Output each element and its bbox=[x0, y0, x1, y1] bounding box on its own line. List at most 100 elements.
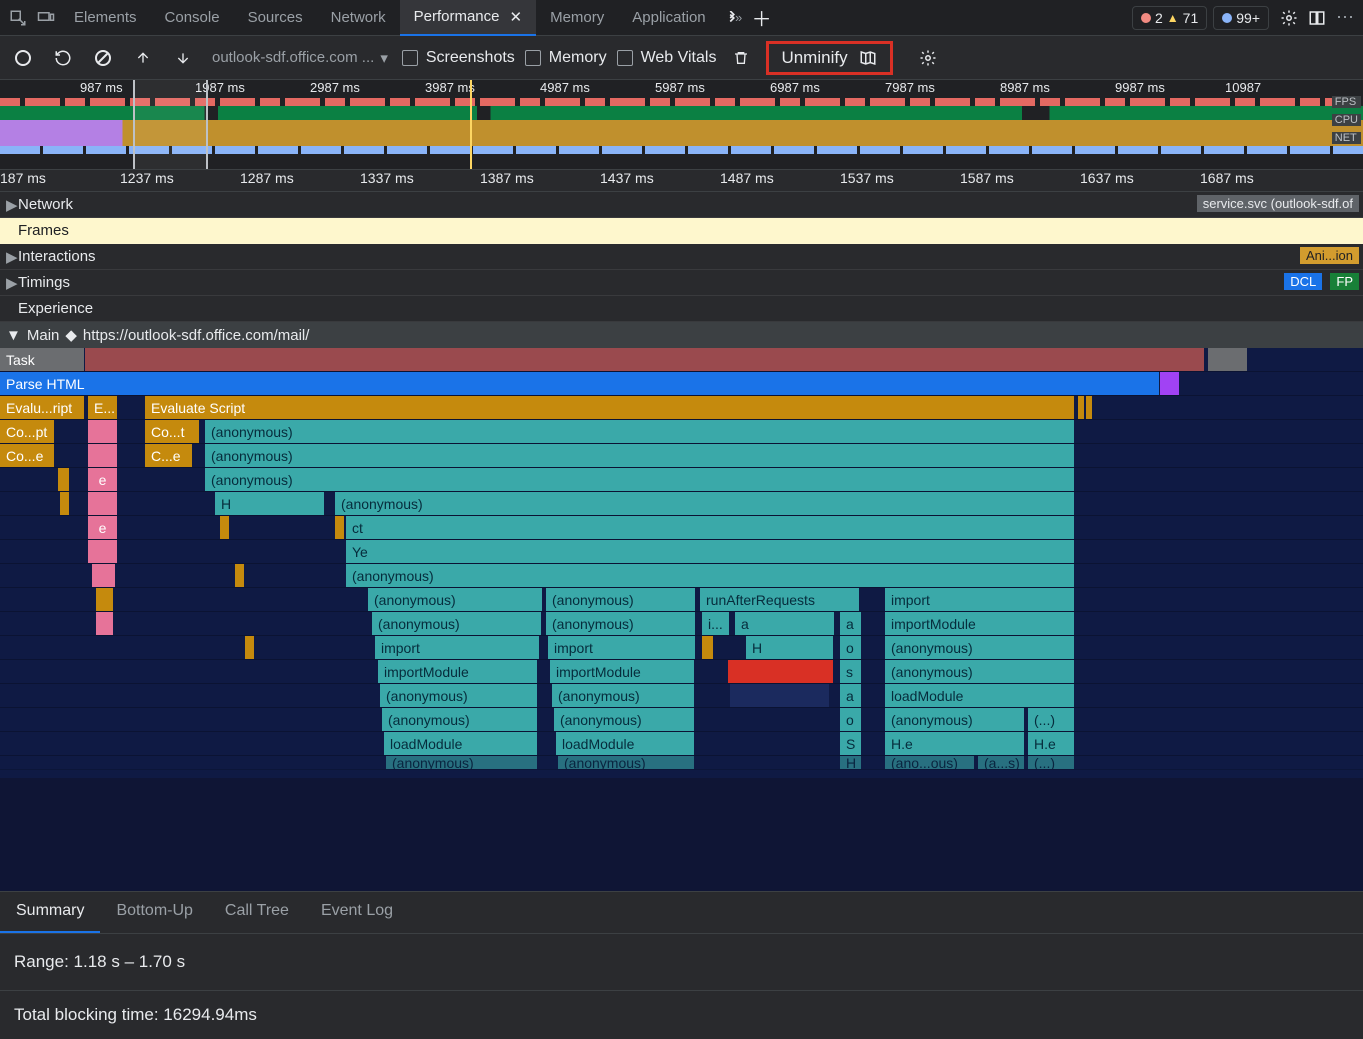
track-interactions[interactable]: ▶ Interactions Ani...ion bbox=[0, 244, 1363, 270]
flame-block[interactable]: importModule bbox=[885, 612, 1075, 635]
tab-bottom-up[interactable]: Bottom-Up bbox=[100, 892, 208, 933]
flame-block[interactable] bbox=[1208, 348, 1248, 371]
flame-block[interactable]: (anonymous) bbox=[552, 684, 695, 707]
track-main[interactable]: ▼ Main ◆ https://outlook-sdf.office.com/… bbox=[0, 322, 1363, 348]
flame-block[interactable]: Co...pt bbox=[0, 420, 55, 443]
recording-select[interactable]: outlook-sdf.office.com ... ▾ bbox=[208, 45, 392, 71]
timing-fp[interactable]: FP bbox=[1330, 273, 1359, 290]
flame-block[interactable]: Co...e bbox=[0, 444, 55, 467]
flame-block[interactable] bbox=[702, 636, 714, 659]
memory-checkbox[interactable]: Memory bbox=[525, 49, 607, 67]
flame-block[interactable]: Parse HTML bbox=[0, 372, 1160, 395]
flame-block[interactable] bbox=[60, 492, 70, 515]
upload-button[interactable] bbox=[128, 43, 158, 73]
flame-block[interactable]: Evaluate Script bbox=[145, 396, 1075, 419]
flame-block[interactable] bbox=[235, 564, 245, 587]
close-icon[interactable]: ✕ bbox=[510, 8, 523, 26]
timeline-overview[interactable]: 987 ms 1987 ms 2987 ms 3987 ms 4987 ms 5… bbox=[0, 80, 1363, 170]
flame-chart[interactable]: Task Parse HTML Evalu...ript E... Evalua… bbox=[0, 348, 1363, 778]
flame-block[interactable]: runAfterRequests bbox=[700, 588, 860, 611]
flame-block[interactable]: loadModule bbox=[384, 732, 538, 755]
tab-event-log[interactable]: Event Log bbox=[305, 892, 409, 933]
trash-icon[interactable] bbox=[726, 43, 756, 73]
flame-block[interactable]: (anonymous) bbox=[382, 708, 538, 731]
tab-network[interactable]: Network bbox=[317, 1, 400, 34]
flame-block[interactable] bbox=[88, 444, 118, 467]
flame-block[interactable]: (anonymous) bbox=[380, 684, 538, 707]
flame-block[interactable]: loadModule bbox=[885, 684, 1075, 707]
flame-block[interactable]: Co...t bbox=[145, 420, 200, 443]
detail-ruler[interactable]: 187 ms 1237 ms 1287 ms 1337 ms 1387 ms 1… bbox=[0, 170, 1363, 192]
flame-block[interactable]: i... bbox=[702, 612, 730, 635]
flame-block[interactable]: (anonymous) bbox=[386, 756, 538, 769]
flame-block[interactable]: (...) bbox=[1028, 756, 1075, 769]
inspect-icon[interactable] bbox=[4, 4, 32, 32]
record-button[interactable] bbox=[8, 43, 38, 73]
flame-block[interactable]: loadModule bbox=[556, 732, 695, 755]
flame-block[interactable] bbox=[85, 348, 1205, 371]
flame-block[interactable]: H.e bbox=[1028, 732, 1075, 755]
flame-block[interactable]: Evalu...ript bbox=[0, 396, 85, 419]
device-toggle-icon[interactable] bbox=[32, 4, 60, 32]
issues-info[interactable]: 99+ bbox=[1213, 6, 1269, 30]
interaction-block[interactable]: Ani...ion bbox=[1300, 247, 1359, 264]
disclosure-triangle-icon[interactable]: ▶ bbox=[6, 196, 18, 214]
reload-record-button[interactable] bbox=[48, 43, 78, 73]
tab-summary[interactable]: Summary bbox=[0, 892, 100, 933]
flame-block[interactable]: H bbox=[840, 756, 862, 769]
flame-block[interactable] bbox=[730, 684, 830, 707]
flame-block[interactable] bbox=[96, 612, 114, 635]
tab-performance[interactable]: Performance ✕ bbox=[400, 0, 536, 36]
timing-dcl[interactable]: DCL bbox=[1284, 273, 1322, 290]
tab-elements[interactable]: Elements bbox=[60, 1, 151, 34]
flame-block[interactable]: import bbox=[375, 636, 540, 659]
flame-block[interactable]: (a...s) bbox=[978, 756, 1025, 769]
flame-block[interactable]: (anonymous) bbox=[885, 708, 1025, 731]
flame-block[interactable] bbox=[58, 468, 70, 491]
flame-block[interactable] bbox=[245, 636, 255, 659]
flame-block[interactable]: a bbox=[735, 612, 835, 635]
flame-block[interactable]: (anonymous) bbox=[885, 660, 1075, 683]
dock-icon[interactable] bbox=[1303, 4, 1331, 32]
flame-block[interactable]: (anonymous) bbox=[546, 588, 696, 611]
tab-sources[interactable]: Sources bbox=[234, 1, 317, 34]
screenshots-checkbox[interactable]: Screenshots bbox=[402, 49, 515, 67]
network-request-block[interactable]: service.svc (outlook-sdf.of bbox=[1197, 195, 1359, 212]
kebab-menu-icon[interactable]: ⋯ bbox=[1331, 4, 1359, 32]
flame-block[interactable] bbox=[96, 588, 114, 611]
overview-playhead[interactable] bbox=[470, 80, 472, 169]
flame-block[interactable]: (anonymous) bbox=[372, 612, 542, 635]
flame-block[interactable] bbox=[335, 516, 345, 539]
flame-block[interactable]: importModule bbox=[550, 660, 695, 683]
flame-block[interactable] bbox=[88, 420, 118, 443]
flame-block[interactable]: Task bbox=[0, 348, 85, 371]
flame-block[interactable]: e bbox=[88, 516, 118, 539]
flame-block[interactable]: (anonymous) bbox=[368, 588, 543, 611]
tab-console[interactable]: Console bbox=[151, 1, 234, 34]
flame-block[interactable] bbox=[88, 492, 118, 515]
track-frames[interactable]: Frames bbox=[0, 218, 1363, 244]
flame-block[interactable]: E... bbox=[88, 396, 118, 419]
flame-block[interactable]: (anonymous) bbox=[205, 444, 1075, 467]
track-timings[interactable]: ▶ Timings DCL FP bbox=[0, 270, 1363, 296]
tab-memory[interactable]: Memory bbox=[536, 1, 618, 34]
flame-block[interactable]: o bbox=[840, 708, 862, 731]
disclosure-triangle-icon[interactable]: ▼ bbox=[6, 327, 21, 344]
track-network[interactable]: ▶ Network service.svc (outlook-sdf.of bbox=[0, 192, 1363, 218]
flame-block[interactable]: (anonymous) bbox=[346, 564, 1075, 587]
flame-block[interactable]: (...) bbox=[1028, 708, 1075, 731]
flame-block[interactable]: (anonymous) bbox=[546, 612, 696, 635]
flame-block[interactable]: (ano...ous) bbox=[885, 756, 975, 769]
flame-block[interactable]: H.e bbox=[885, 732, 1025, 755]
download-button[interactable] bbox=[168, 43, 198, 73]
webvitals-checkbox[interactable]: Web Vitals bbox=[617, 49, 717, 67]
flame-block[interactable]: Ye bbox=[346, 540, 1075, 563]
flame-block[interactable] bbox=[1086, 396, 1093, 419]
flame-block[interactable]: S bbox=[840, 732, 862, 755]
flame-block[interactable]: e bbox=[88, 468, 118, 491]
flame-block[interactable]: import bbox=[885, 588, 1075, 611]
flame-block[interactable]: (anonymous) bbox=[335, 492, 1075, 515]
disclosure-triangle-icon[interactable]: ▶ bbox=[6, 274, 18, 292]
tab-call-tree[interactable]: Call Tree bbox=[209, 892, 305, 933]
flame-block[interactable]: C...e bbox=[145, 444, 193, 467]
